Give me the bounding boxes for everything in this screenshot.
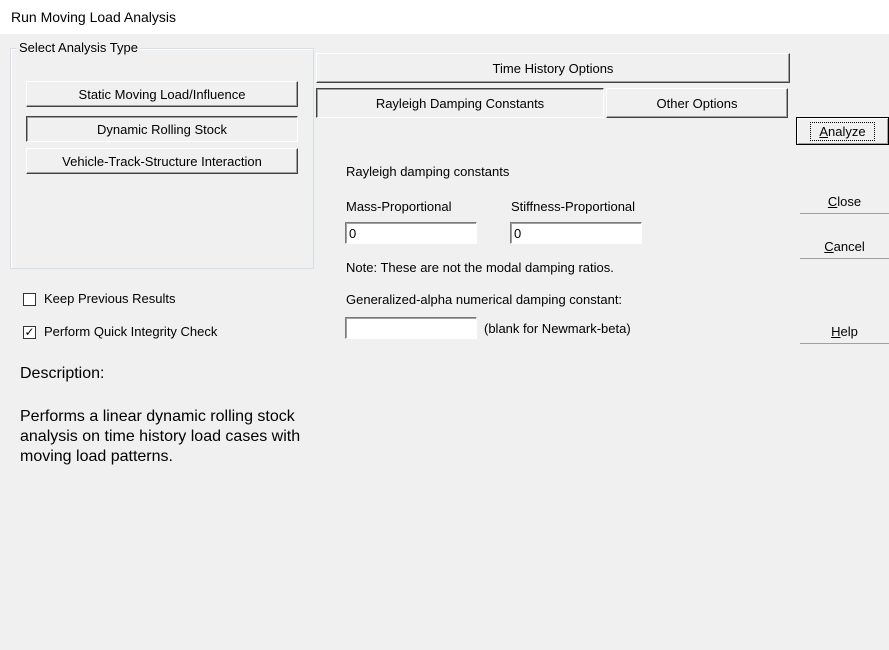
- close-button[interactable]: Close: [800, 188, 889, 214]
- mass-proportional-label: Mass-Proportional: [346, 199, 452, 214]
- cancel-accelerator: C: [824, 238, 834, 254]
- dynamic-rolling-stock-label: Dynamic Rolling Stock: [96, 121, 228, 137]
- description-label: Description:: [20, 365, 105, 382]
- help-label: elp: [840, 323, 858, 339]
- cancel-button-edge: [800, 258, 889, 259]
- generalized-alpha-hint: (blank for Newmark-beta): [484, 321, 631, 336]
- static-moving-load-button[interactable]: Static Moving Load/Influence: [26, 81, 298, 107]
- stiffness-proportional-label: Stiffness-Proportional: [511, 199, 636, 214]
- time-history-options-label: Time History Options: [492, 60, 614, 76]
- vehicle-track-structure-button[interactable]: Vehicle-Track-Structure Interaction: [26, 148, 298, 174]
- static-moving-load-label: Static Moving Load/Influence: [78, 86, 246, 102]
- keep-previous-checkbox[interactable]: [23, 293, 36, 306]
- tab-other-options-label: Other Options: [656, 95, 738, 111]
- generalized-alpha-input[interactable]: [345, 317, 477, 339]
- help-button-edge: [800, 343, 889, 344]
- cancel-label: ancel: [833, 238, 865, 254]
- dynamic-rolling-stock-button[interactable]: Dynamic Rolling Stock: [26, 116, 298, 142]
- cancel-button[interactable]: Cancel: [800, 233, 889, 259]
- keep-previous-label: Keep Previous Results: [44, 291, 176, 306]
- close-accelerator: C: [827, 193, 838, 209]
- tab-rayleigh-damping[interactable]: Rayleigh Damping Constants: [316, 88, 604, 118]
- analyze-button[interactable]: Analyze: [796, 117, 889, 145]
- help-button[interactable]: Help: [800, 318, 889, 344]
- analyze-focus-rect: Analyze: [810, 121, 875, 141]
- close-label: lose: [837, 193, 862, 209]
- window-title: Run Moving Load Analysis: [11, 9, 176, 25]
- analyze-label: nalyze: [828, 123, 866, 139]
- help-accelerator: H: [831, 323, 841, 339]
- title-bar: Run Moving Load Analysis: [0, 0, 889, 34]
- mass-proportional-input[interactable]: 0: [345, 222, 477, 244]
- tab-other-options[interactable]: Other Options: [606, 88, 788, 118]
- generalized-alpha-label: Generalized-alpha numerical damping cons…: [346, 292, 623, 307]
- description-text: Performs a linear dynamic rolling stock …: [20, 408, 301, 465]
- damping-note: Note: These are not the modal damping ra…: [346, 260, 614, 275]
- close-button-edge: [800, 213, 889, 214]
- tab-rayleigh-damping-label: Rayleigh Damping Constants: [375, 95, 545, 111]
- time-history-options-header[interactable]: Time History Options: [316, 53, 790, 83]
- checkmark-icon: ✓: [24, 325, 35, 339]
- rayleigh-heading: Rayleigh damping constants: [346, 164, 510, 179]
- analyze-accelerator: A: [819, 123, 829, 139]
- analysis-type-legend: Select Analysis Type: [17, 40, 140, 55]
- quick-integrity-checkbox[interactable]: ✓: [23, 326, 36, 339]
- vehicle-track-structure-label: Vehicle-Track-Structure Interaction: [62, 153, 262, 169]
- quick-integrity-label: Perform Quick Integrity Check: [44, 324, 218, 339]
- stiffness-proportional-input[interactable]: 0: [510, 222, 642, 244]
